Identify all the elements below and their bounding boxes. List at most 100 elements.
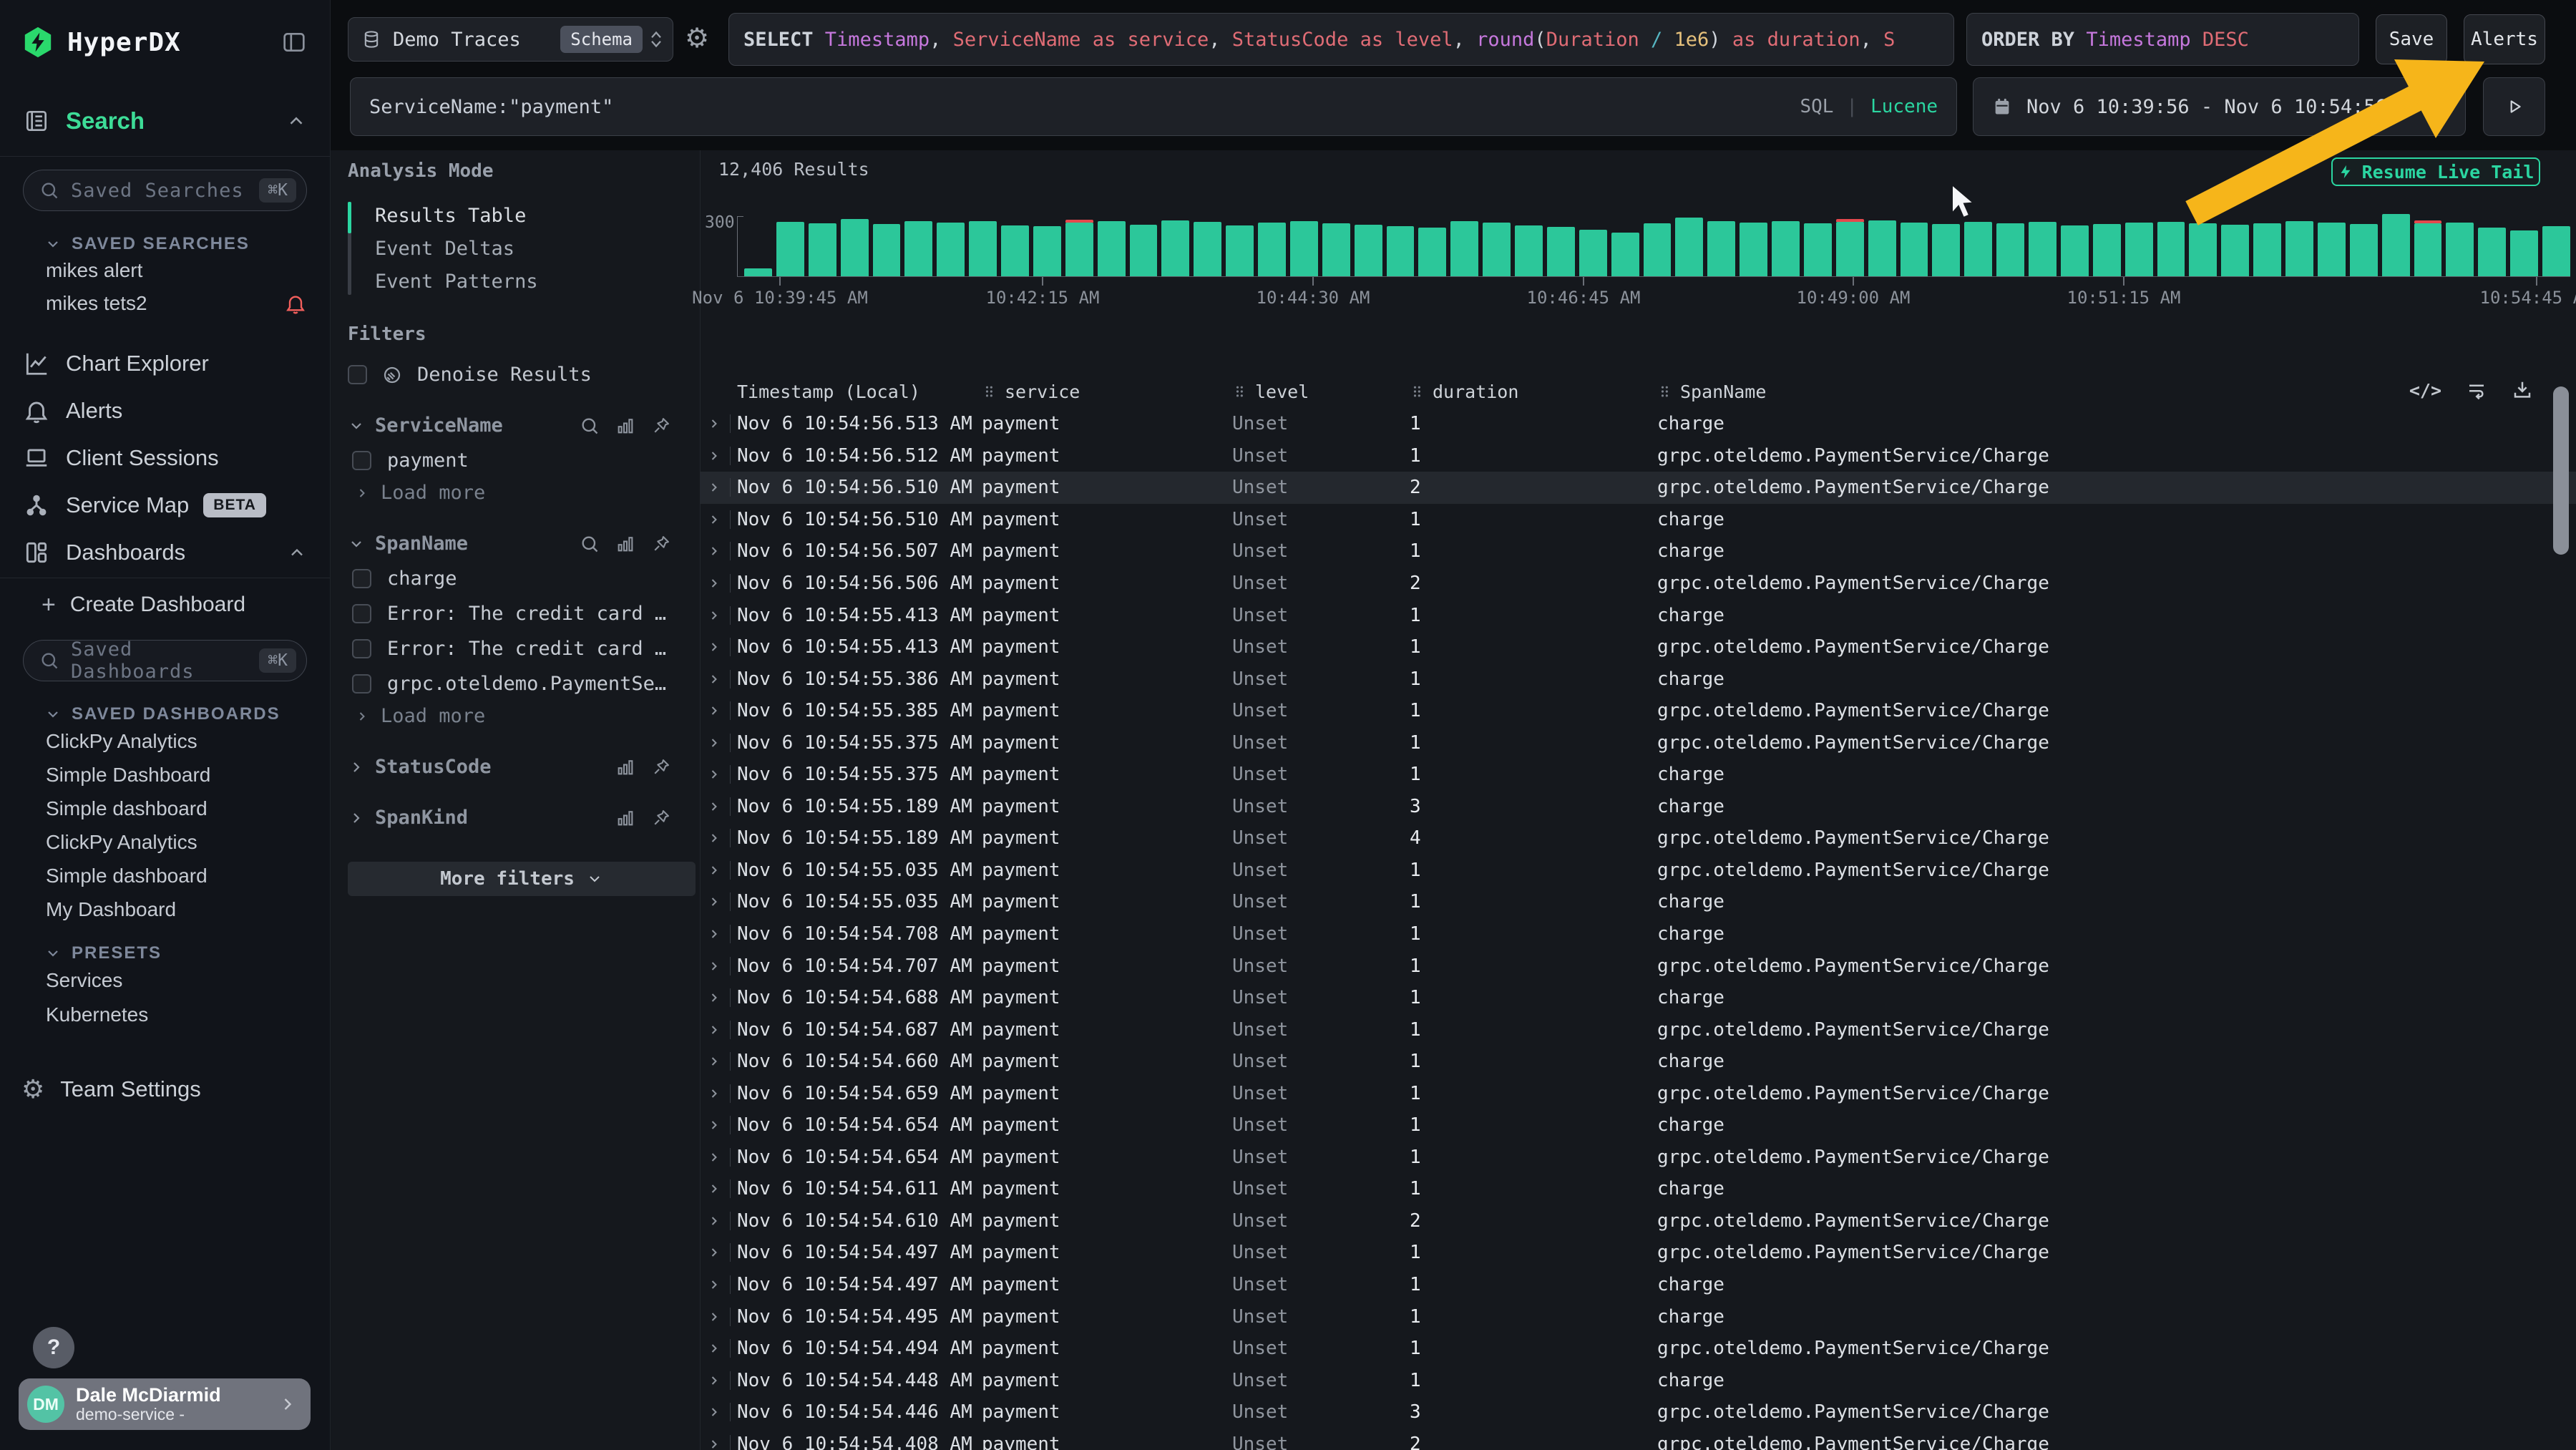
histogram-bar[interactable] (841, 219, 869, 276)
table-row[interactable]: Nov 6 10:54:54.654 AMpaymentUnset1grpc.o… (700, 1142, 2576, 1174)
histogram-bar[interactable] (2221, 225, 2249, 276)
nav-item-search[interactable]: Search (0, 104, 330, 137)
table-row[interactable]: Nov 6 10:54:55.413 AMpaymentUnset1charge (700, 599, 2576, 631)
data-source-select[interactable]: Demo Traces Schema (348, 17, 673, 62)
presets-section[interactable]: PRESETS (0, 943, 330, 963)
filter-group-header[interactable]: ServiceName (348, 414, 700, 437)
filter-value-option[interactable]: charge (348, 568, 700, 590)
more-filters-button[interactable]: More filters (348, 862, 696, 896)
filter-value-option[interactable]: payment (348, 449, 700, 472)
table-row[interactable]: Nov 6 10:54:55.375 AMpaymentUnset1grpc.o… (700, 726, 2576, 759)
saved-dashboard-item[interactable]: ClickPy Analytics (0, 825, 330, 859)
checkbox[interactable] (352, 604, 371, 623)
nav-item-chart-explorer[interactable]: Chart Explorer (0, 340, 330, 387)
wrap-lines-icon[interactable] (2466, 379, 2487, 401)
denoise-results-toggle[interactable]: Denoise Results (348, 364, 700, 386)
table-row[interactable]: Nov 6 10:54:54.408 AMpaymentUnset2grpc.o… (700, 1429, 2576, 1450)
column-header-duration[interactable]: duration (1410, 381, 1657, 402)
histogram-bar[interactable] (744, 268, 772, 276)
table-row[interactable]: Nov 6 10:54:55.386 AMpaymentUnset1charge (700, 663, 2576, 695)
filter-group-header[interactable]: SpanKind (348, 807, 700, 829)
histogram-bar[interactable] (2382, 214, 2410, 276)
table-row[interactable]: Nov 6 10:54:54.494 AMpaymentUnset1grpc.o… (700, 1333, 2576, 1365)
chevron-up-icon[interactable] (286, 110, 307, 132)
column-header-timestamp[interactable]: Timestamp (Local) (737, 381, 982, 402)
preset-item[interactable]: Services (0, 963, 330, 998)
schema-badge[interactable]: Schema (560, 26, 643, 53)
table-row[interactable]: Nov 6 10:54:54.497 AMpaymentUnset1charge (700, 1269, 2576, 1301)
histogram-bar[interactable] (1515, 225, 1543, 276)
histogram-bar[interactable] (904, 221, 932, 276)
checkbox[interactable] (352, 451, 371, 470)
table-row[interactable]: Nov 6 10:54:55.189 AMpaymentUnset3charge (700, 791, 2576, 823)
filter-group-header[interactable]: SpanName (348, 532, 700, 555)
table-row[interactable]: Nov 6 10:54:54.448 AMpaymentUnset1charge (700, 1364, 2576, 1396)
load-more-button[interactable]: Load more (348, 482, 700, 504)
code-view-icon[interactable]: </> (2409, 380, 2441, 401)
table-row[interactable]: Nov 6 10:54:54.611 AMpaymentUnset1charge (700, 1173, 2576, 1205)
search-query-input[interactable]: ServiceName:"payment" SQL | Lucene (350, 77, 1957, 136)
analysis-mode-option[interactable]: Results Table (362, 199, 700, 232)
histogram-bar[interactable] (1387, 226, 1415, 276)
sql-select-input[interactable]: SELECT Timestamp, ServiceName as service… (728, 13, 1954, 66)
histogram-bar[interactable] (1964, 222, 1992, 276)
histogram-bar[interactable] (1868, 220, 1896, 276)
column-header-level[interactable]: level (1232, 381, 1410, 402)
column-header-service[interactable]: service (982, 381, 1232, 402)
app-title[interactable]: HyperDX (67, 28, 280, 57)
language-toggle-lucene[interactable]: Lucene (1870, 96, 1938, 117)
source-settings-gear-icon[interactable]: ⚙ (680, 16, 714, 60)
drag-handle-icon[interactable] (1657, 383, 1672, 400)
alerts-button[interactable]: Alerts (2464, 14, 2545, 64)
drag-handle-icon[interactable] (982, 383, 996, 400)
histogram-bar[interactable] (2542, 226, 2570, 276)
histogram-bar[interactable] (1322, 223, 1350, 276)
table-row[interactable]: Nov 6 10:54:55.189 AMpaymentUnset4grpc.o… (700, 822, 2576, 855)
histogram-bar[interactable] (1675, 218, 1703, 276)
table-row[interactable]: Nov 6 10:54:54.497 AMpaymentUnset1grpc.o… (700, 1237, 2576, 1269)
saved-dashboards-section[interactable]: SAVED DASHBOARDS (0, 704, 330, 724)
date-range-picker[interactable]: Nov 6 10:39:56 - Nov 6 10:54:56 (1973, 77, 2466, 136)
chevron-up-icon[interactable] (287, 542, 307, 563)
histogram-bar[interactable] (1644, 223, 1672, 276)
table-row[interactable]: Nov 6 10:54:55.385 AMpaymentUnset1grpc.o… (700, 695, 2576, 727)
nav-item-service-map[interactable]: Service Map BETA (0, 482, 330, 529)
saved-dashboard-item[interactable]: Simple Dashboard (0, 758, 330, 792)
histogram-bar[interactable] (1804, 223, 1832, 276)
drag-handle-icon[interactable] (1232, 383, 1246, 400)
filter-group-header[interactable]: StatusCode (348, 756, 700, 778)
saved-dashboard-item[interactable]: Simple dashboard (0, 859, 330, 892)
histogram-bar[interactable] (1001, 225, 1029, 276)
filter-value-option[interactable]: Error: The credit card … (348, 638, 700, 660)
histogram-bar[interactable] (1290, 221, 1318, 276)
drag-handle-icon[interactable] (1410, 383, 1424, 400)
histogram-bar[interactable] (1098, 221, 1126, 276)
table-row[interactable]: Nov 6 10:54:54.708 AMpaymentUnset1charge (700, 918, 2576, 950)
histogram-bar[interactable] (1258, 223, 1286, 276)
histogram-bar[interactable] (1355, 225, 1382, 276)
table-row[interactable]: Nov 6 10:54:56.506 AMpaymentUnset2grpc.o… (700, 568, 2576, 600)
language-toggle-sql[interactable]: SQL (1800, 96, 1833, 117)
create-dashboard-button[interactable]: + Create Dashboard (0, 588, 330, 621)
table-row[interactable]: Nov 6 10:54:54.707 AMpaymentUnset1grpc.o… (700, 950, 2576, 982)
histogram-bar[interactable] (2061, 225, 2089, 276)
load-more-button[interactable]: Load more (348, 705, 700, 727)
histogram-bar[interactable] (2157, 222, 2185, 276)
checkbox[interactable] (352, 674, 371, 694)
filter-value-option[interactable]: grpc.oteldemo.PaymentSe… (348, 673, 700, 695)
table-row[interactable]: Nov 6 10:54:54.495 AMpaymentUnset1charge (700, 1300, 2576, 1333)
saved-search-item[interactable]: mikes tets2 (0, 287, 330, 320)
histogram-bar[interactable] (1932, 224, 1960, 276)
saved-dashboard-item[interactable]: Simple dashboard (0, 792, 330, 825)
histogram-bar[interactable] (1547, 227, 1575, 276)
table-row[interactable]: Nov 6 10:54:55.375 AMpaymentUnset1charge (700, 759, 2576, 791)
table-row[interactable]: Nov 6 10:54:54.654 AMpaymentUnset1charge (700, 1109, 2576, 1142)
saved-searches-input[interactable]: Saved Searches ⌘K (23, 170, 307, 211)
histogram-bar[interactable] (2318, 223, 2346, 276)
analysis-mode-option[interactable]: Event Deltas (362, 232, 700, 265)
histogram-bar[interactable] (937, 223, 965, 276)
table-row[interactable]: Nov 6 10:54:56.512 AMpaymentUnset1grpc.o… (700, 440, 2576, 472)
histogram-bar[interactable] (1483, 223, 1511, 276)
run-query-button[interactable] (2483, 77, 2545, 136)
saved-dashboards-input[interactable]: Saved Dashboards ⌘K (23, 640, 307, 681)
